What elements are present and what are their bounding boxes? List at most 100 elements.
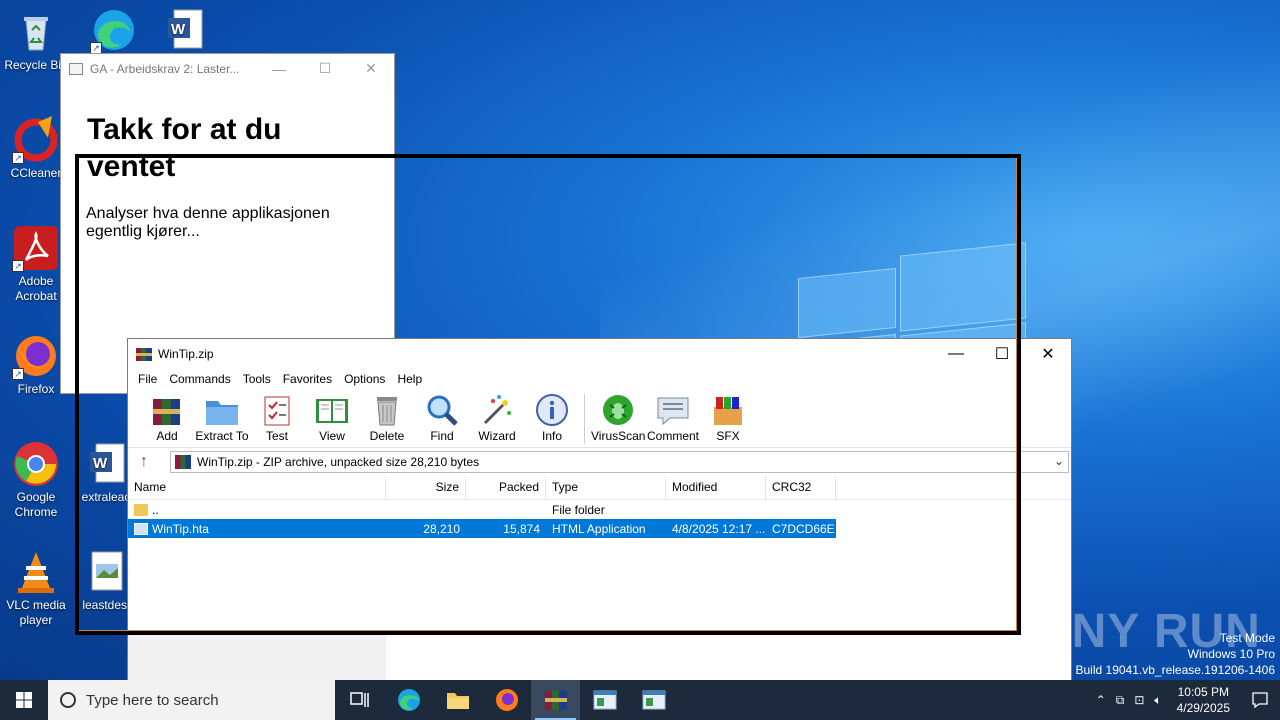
virusscan-button[interactable]: VirusScan: [591, 390, 645, 443]
hta-body-text: Analyser hva denne applikasjonen egentli…: [86, 205, 330, 240]
comment-label: Comment: [646, 429, 699, 443]
minimize-button[interactable]: —: [933, 345, 979, 363]
column-modified[interactable]: Modified: [666, 476, 766, 499]
taskbar-file-explorer[interactable]: [433, 680, 482, 720]
list-item[interactable]: .. File folder: [128, 500, 1071, 519]
taskbar-winrar[interactable]: [531, 680, 580, 720]
list-item-selected[interactable]: WinTip.hta 28,210 15,874 HTML Applicatio…: [128, 519, 836, 538]
chevron-down-icon[interactable]: ⌄: [1054, 454, 1064, 468]
minimize-button[interactable]: —: [256, 61, 302, 77]
menu-commands[interactable]: Commands: [163, 372, 236, 386]
desktop-icon-edge[interactable]: ↗: [78, 6, 150, 56]
menu-tools[interactable]: Tools: [237, 372, 277, 386]
add-button[interactable]: Add: [140, 390, 194, 443]
taskbar-second-window[interactable]: [629, 680, 678, 720]
folder-extract-icon: [204, 393, 240, 427]
extract-to-button[interactable]: Extract To: [195, 390, 249, 443]
up-arrow-icon[interactable]: ↑: [140, 453, 170, 471]
ccleaner-icon: ↗: [12, 116, 60, 164]
view-button[interactable]: View: [305, 390, 359, 443]
file-crc: C7DCD66E: [772, 521, 835, 536]
virus-scan-icon: [600, 393, 636, 427]
sfx-button[interactable]: SFX: [701, 390, 755, 443]
file-type: HTML Application: [552, 521, 646, 536]
hta-heading: Takk for at du ventet: [87, 113, 282, 183]
winrar-window[interactable]: WinTip.zip — ☐ ✕ File Commands Tools Fav…: [127, 338, 1072, 681]
taskbar-search[interactable]: Type here to search: [48, 680, 335, 720]
clock-date: 4/29/2025: [1176, 701, 1230, 715]
start-button[interactable]: [0, 680, 48, 720]
desktop-icon-label: extraleac: [81, 490, 131, 504]
clock[interactable]: 10:05 PM 4/29/2025: [1167, 684, 1240, 716]
desktop-icon-label: Google Chrome: [14, 490, 58, 519]
taskbar-edge[interactable]: [384, 680, 433, 720]
test-mode-label: Test Mode: [1219, 631, 1275, 645]
magnifier-icon: [424, 393, 460, 427]
file-name: ..: [152, 502, 159, 517]
desktop-icon-chrome[interactable]: Google Chrome: [0, 440, 72, 520]
address-bar: ↑ WinTip.zip - ZIP archive, unpacked siz…: [128, 448, 1071, 476]
column-type[interactable]: Type: [546, 476, 666, 499]
winrar-titlebar[interactable]: WinTip.zip — ☐ ✕: [128, 339, 1071, 368]
notification-icon: [1252, 692, 1268, 708]
trash-icon: [369, 393, 405, 427]
edge-icon: [397, 689, 420, 711]
virusscan-label: VirusScan: [591, 429, 646, 443]
delete-button[interactable]: Delete: [360, 390, 414, 443]
network-icon[interactable]: ⊡: [1129, 693, 1149, 707]
menu-help[interactable]: Help: [391, 372, 428, 386]
view-book-icon: [314, 393, 350, 427]
notification-button[interactable]: [1240, 692, 1280, 708]
taskbar-hta-window[interactable]: [580, 680, 629, 720]
column-name[interactable]: Name: [128, 476, 386, 499]
svg-text:W: W: [171, 21, 186, 38]
wizard-button[interactable]: Wizard: [470, 390, 524, 443]
vlc-icon: [12, 548, 60, 596]
close-button[interactable]: ✕: [348, 60, 394, 77]
hta-file-icon: [134, 522, 148, 535]
file-type: File folder: [552, 502, 605, 517]
adobe-acrobat-icon: ↗: [12, 224, 60, 272]
desktop-icon-label: VLC media player: [6, 598, 66, 627]
menu-options[interactable]: Options: [338, 372, 391, 386]
archive-icon: [175, 455, 191, 469]
comment-button[interactable]: Comment: [646, 390, 700, 443]
column-crc32[interactable]: CRC32: [766, 476, 836, 499]
test-button[interactable]: Test: [250, 390, 304, 443]
info-icon: [534, 393, 570, 427]
archive-path-dropdown[interactable]: WinTip.zip - ZIP archive, unpacked size …: [170, 451, 1069, 473]
column-packed[interactable]: Packed: [466, 476, 546, 499]
task-view-icon: [349, 692, 369, 707]
volume-icon[interactable]: 🔈︎: [1149, 693, 1166, 708]
chevron-up-icon[interactable]: ⌃: [1091, 693, 1111, 707]
find-label: Find: [430, 429, 454, 443]
menu-file[interactable]: File: [132, 372, 163, 386]
firefox-icon: [495, 689, 518, 711]
task-view-button[interactable]: [335, 680, 384, 720]
maximize-button[interactable]: ☐: [302, 60, 348, 77]
menu-favorites[interactable]: Favorites: [277, 372, 338, 386]
hta-titlebar[interactable]: GA - Arbeidskrav 2: Laster... — ☐ ✕: [61, 54, 394, 83]
find-button[interactable]: Find: [415, 390, 469, 443]
system-tray: ⌃ ⧉ ⊡ 🔈︎ 10:05 PM 4/29/2025: [1091, 680, 1280, 720]
file-size: 28,210: [423, 521, 460, 536]
column-size[interactable]: Size: [386, 476, 466, 499]
taskbar: Type here to search ⌃ ⧉ ⊡ 🔈︎ 10:05 PM 4/…: [0, 680, 1280, 720]
taskbar-firefox[interactable]: [482, 680, 531, 720]
wizard-label: Wizard: [478, 429, 516, 443]
desktop-icon-word[interactable]: W: [150, 6, 222, 56]
shortcut-arrow-icon: ↗: [12, 368, 24, 380]
hta-window-title: GA - Arbeidskrav 2: Laster...: [90, 61, 240, 76]
desktop-icon-vlc[interactable]: VLC media player: [0, 548, 72, 628]
windows-edition-label: Windows 10 Pro: [1187, 647, 1275, 661]
meet-now-icon[interactable]: ⧉: [1111, 693, 1130, 708]
view-label: View: [319, 429, 345, 443]
magic-wand-icon: [479, 393, 515, 427]
word-document-icon: W: [162, 6, 210, 54]
shortcut-arrow-icon: ↗: [12, 152, 24, 164]
info-button[interactable]: Info: [525, 390, 579, 443]
comment-icon: [655, 393, 691, 427]
close-button[interactable]: ✕: [1025, 344, 1071, 364]
maximize-button[interactable]: ☐: [979, 344, 1025, 364]
desktop-icon-label: Recycle Bin: [4, 58, 68, 72]
